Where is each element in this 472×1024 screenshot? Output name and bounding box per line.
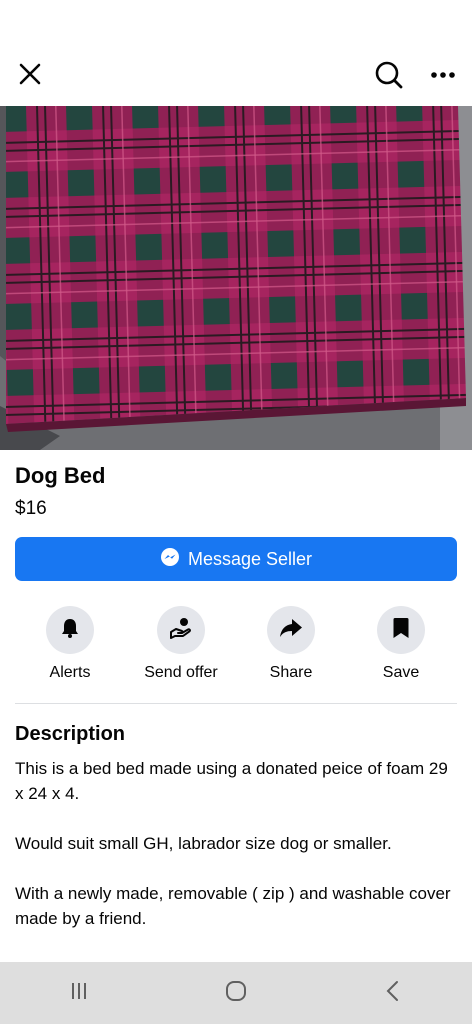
close-icon[interactable] (12, 56, 48, 92)
more-options-icon[interactable] (424, 56, 462, 94)
offer-icon (169, 616, 193, 645)
message-seller-label: Message Seller (187, 548, 313, 569)
alerts-label: Alerts (49, 664, 91, 681)
send-offer-circle[interactable] (157, 606, 205, 654)
share-icon (279, 617, 303, 644)
home-button[interactable] (206, 973, 266, 1013)
share-circle[interactable] (267, 606, 315, 654)
alerts-circle[interactable] (46, 606, 94, 654)
back-icon (383, 980, 403, 1007)
bookmark-icon (392, 617, 410, 644)
recent-apps-button[interactable] (49, 973, 109, 1013)
send-offer-label: Send offer (144, 664, 218, 681)
listing-price: $16 (15, 498, 47, 519)
bell-icon (59, 617, 81, 644)
back-button[interactable] (363, 973, 423, 1013)
share-button[interactable]: Share (236, 606, 346, 682)
share-label: Share (269, 664, 313, 681)
description-heading: Description (15, 723, 126, 745)
top-bar (0, 0, 472, 106)
save-circle[interactable] (377, 606, 425, 654)
message-seller-button[interactable]: Message Seller (15, 537, 457, 581)
messenger-icon (160, 547, 180, 572)
action-row: Alerts Send offer Share Save (0, 606, 472, 686)
home-icon (224, 979, 248, 1008)
save-label: Save (382, 664, 420, 681)
listing-title: Dog Bed (15, 463, 106, 488)
description-paragraph: This is a bed bed made using a donated p… (15, 759, 448, 803)
send-offer-button[interactable]: Send offer (126, 606, 236, 682)
description-paragraph: Would suit small GH, labrador size dog o… (15, 834, 392, 853)
save-button[interactable]: Save (346, 606, 456, 682)
system-nav-bar (0, 962, 472, 1024)
search-icon[interactable] (370, 56, 408, 94)
listing-photo[interactable] (0, 106, 472, 450)
description-paragraph: With a newly made, removable ( zip ) and… (15, 884, 451, 928)
alerts-button[interactable]: Alerts (15, 606, 125, 682)
divider (15, 703, 457, 704)
recent-apps-icon (69, 981, 89, 1006)
